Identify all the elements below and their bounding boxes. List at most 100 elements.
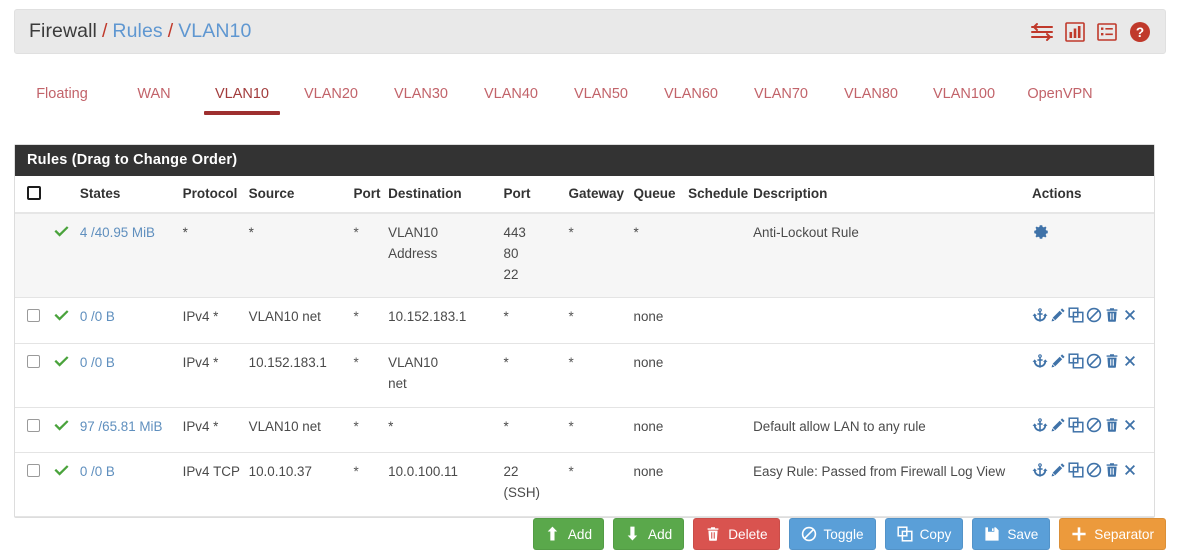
states-value[interactable]: 0 /0 B xyxy=(80,355,115,370)
states-value[interactable]: 97 /65.81 MiB xyxy=(80,419,163,434)
separator-button[interactable]: Separator xyxy=(1059,518,1166,550)
tab-vlan80[interactable]: VLAN80 xyxy=(826,78,916,115)
tab-openvpn[interactable]: OpenVPN xyxy=(1012,78,1108,115)
rule-states-cell[interactable]: 0 /0 B xyxy=(75,297,179,345)
row-checkbox[interactable] xyxy=(27,418,40,432)
anchor-icon[interactable] xyxy=(1032,462,1048,478)
tab-vlan40[interactable]: VLAN40 xyxy=(466,78,556,115)
rule-destination-cell: 10.0.100.11 xyxy=(384,452,500,517)
rule-states-cell[interactable]: 4 /40.95 MiB xyxy=(75,213,179,299)
pencil-icon[interactable] xyxy=(1050,462,1066,478)
rule-actions-cell[interactable] xyxy=(1028,343,1154,408)
row-select-cell[interactable] xyxy=(15,343,49,408)
button-label: Toggle xyxy=(823,526,864,542)
copy-icon[interactable] xyxy=(1068,307,1084,323)
tab-vlan10[interactable]: VLAN10 xyxy=(198,78,286,115)
table-row[interactable]: 97 /65.81 MiB IPv4 * VLAN10 net * * * * none Def… xyxy=(15,407,1154,454)
ban-icon[interactable] xyxy=(1086,462,1102,478)
rule-actions-cell[interactable] xyxy=(1028,297,1154,345)
rule-states-cell[interactable]: 0 /0 B xyxy=(75,452,179,517)
interface-tabs: Floating WAN VLAN10 VLAN20 VLAN30 VLAN40 VLAN5… xyxy=(14,78,1166,120)
rule-source-cell: * xyxy=(244,213,350,299)
table-row[interactable]: 4 /40.95 MiB * * * VLAN10 Address 443 80 22 * * Ant… xyxy=(15,213,1154,299)
close-icon[interactable] xyxy=(1122,353,1138,369)
anchor-icon[interactable] xyxy=(1032,417,1048,433)
rule-states-cell[interactable]: 0 /0 B xyxy=(75,343,179,408)
ban-icon[interactable] xyxy=(1086,307,1102,323)
pencil-icon[interactable] xyxy=(1050,307,1066,323)
add-button[interactable]: Add xyxy=(613,518,685,550)
help-circle-icon[interactable]: ? xyxy=(1129,21,1151,43)
svg-text:?: ? xyxy=(1136,25,1144,40)
row-select-cell[interactable] xyxy=(15,407,49,454)
trash-icon[interactable] xyxy=(1104,353,1120,369)
firewall-rules-page: Firewall / Rules / VLAN10 ? Floating WAN… xyxy=(0,0,1180,557)
protocol-value: IPv4 TCP xyxy=(182,464,240,480)
pencil-icon[interactable] xyxy=(1050,353,1066,369)
rule-states-cell[interactable]: 97 /65.81 MiB xyxy=(75,407,179,454)
rule-actions-cell[interactable] xyxy=(1028,452,1154,517)
close-icon[interactable] xyxy=(1122,462,1138,478)
tab-vlan50[interactable]: VLAN50 xyxy=(556,78,646,115)
table-row[interactable]: 0 /0 B IPv4 TCP 10.0.10.37 * 10.0.100.11 22 (S… xyxy=(15,452,1154,517)
row-checkbox[interactable] xyxy=(27,464,40,478)
dest-port-value: 443 80 22 xyxy=(503,225,526,282)
rule-schedule-cell xyxy=(684,452,750,517)
dest-port-value: * xyxy=(503,309,509,325)
table-row[interactable]: 0 /0 B IPv4 * 10.152.183.1 * VLAN10 net * * none xyxy=(15,343,1154,408)
tab-wan[interactable]: WAN xyxy=(110,78,198,115)
trash-icon[interactable] xyxy=(1104,462,1120,478)
button-label: Delete xyxy=(728,526,768,542)
tab-vlan30[interactable]: VLAN30 xyxy=(376,78,466,115)
tab-vlan20[interactable]: VLAN20 xyxy=(286,78,376,115)
trash-icon[interactable] xyxy=(1104,307,1120,323)
table-row[interactable]: 0 /0 B IPv4 * VLAN10 net * 10.152.183.1 * * non… xyxy=(15,297,1154,345)
breadcrumb-rules[interactable]: Rules xyxy=(112,20,162,43)
breadcrumb-vlan10[interactable]: VLAN10 xyxy=(178,20,251,43)
gear-icon[interactable] xyxy=(1032,223,1050,241)
rule-gateway-cell: * xyxy=(564,297,630,345)
add-button[interactable]: Add xyxy=(532,518,605,550)
row-checkbox[interactable] xyxy=(27,355,40,369)
anchor-icon[interactable] xyxy=(1032,353,1048,369)
trash-icon[interactable] xyxy=(1104,417,1120,433)
rule-dest-port-cell: * xyxy=(499,297,565,345)
tab-vlan60[interactable]: VLAN60 xyxy=(646,78,736,115)
queue-value: none xyxy=(633,418,664,434)
rules-panel: Rules (Drag to Change Order) States Prot… xyxy=(14,144,1155,518)
copy-icon[interactable] xyxy=(1068,353,1084,369)
sliders-icon[interactable] xyxy=(1031,22,1053,42)
breadcrumb-firewall: Firewall xyxy=(29,20,97,42)
rule-gateway-cell: * xyxy=(564,213,630,299)
column-description: Description xyxy=(749,176,1029,214)
copy-icon[interactable] xyxy=(1068,417,1084,433)
pencil-icon[interactable] xyxy=(1050,417,1066,433)
close-icon[interactable] xyxy=(1122,417,1138,433)
copy-button[interactable]: Copy xyxy=(884,518,964,550)
column-queue: Queue xyxy=(629,176,685,214)
row-select-cell[interactable] xyxy=(15,452,49,517)
tab-vlan70[interactable]: VLAN70 xyxy=(736,78,826,115)
delete-button[interactable]: Delete xyxy=(693,518,780,550)
ban-icon[interactable] xyxy=(1086,353,1102,369)
rule-queue-cell: none xyxy=(629,297,685,345)
row-checkbox[interactable] xyxy=(27,309,40,323)
row-select-cell[interactable] xyxy=(15,297,49,345)
states-value[interactable]: 0 /0 B xyxy=(80,309,115,324)
ban-icon[interactable] xyxy=(1086,417,1102,433)
save-button[interactable]: Save xyxy=(972,518,1051,550)
close-icon[interactable] xyxy=(1122,307,1138,323)
anchor-icon[interactable] xyxy=(1032,307,1048,323)
copy-icon[interactable] xyxy=(1068,462,1084,478)
select-all-checkbox[interactable] xyxy=(27,186,41,200)
states-value[interactable]: 0 /0 B xyxy=(80,464,115,479)
list-icon[interactable] xyxy=(1097,22,1117,42)
tab-vlan100[interactable]: VLAN100 xyxy=(916,78,1012,115)
toggle-button[interactable]: Toggle xyxy=(788,518,876,550)
rule-actions-cell[interactable] xyxy=(1028,213,1154,299)
states-value[interactable]: 4 /40.95 MiB xyxy=(80,225,155,240)
bar-chart-icon[interactable] xyxy=(1065,21,1085,42)
rule-actions-cell[interactable] xyxy=(1028,407,1154,454)
tab-floating[interactable]: Floating xyxy=(14,78,110,115)
copy-icon xyxy=(897,526,913,542)
